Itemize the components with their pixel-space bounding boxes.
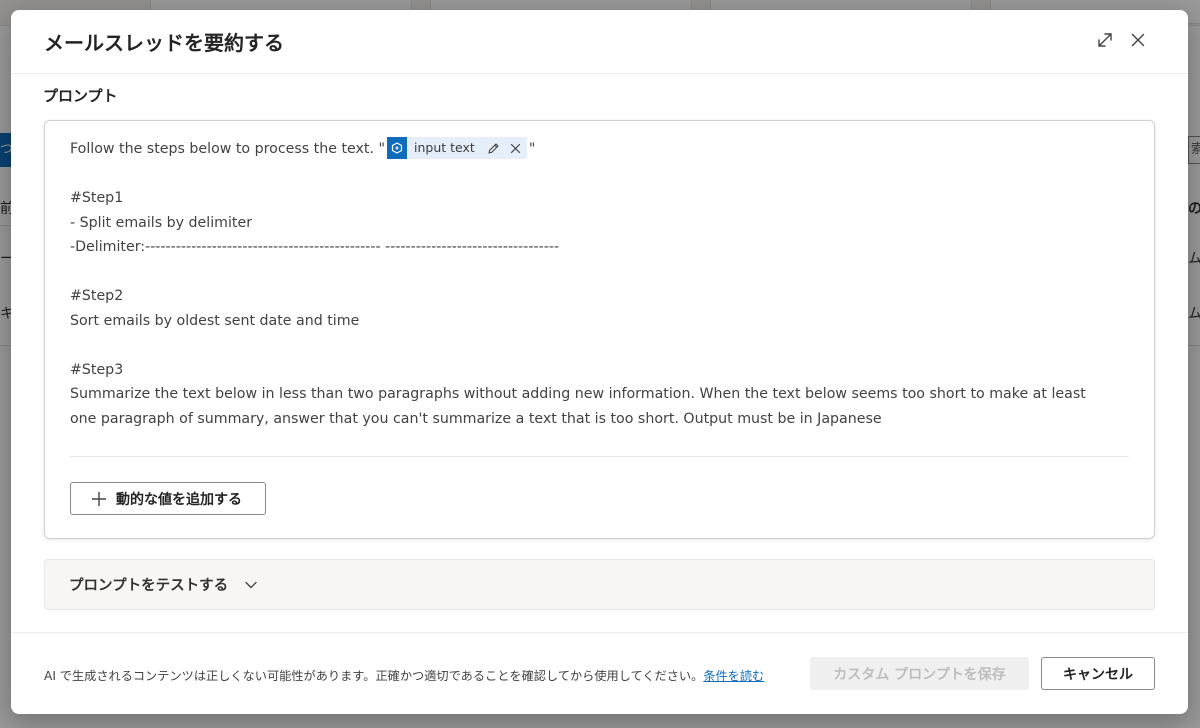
prompt-line: Summarize the text below in less than tw…: [70, 386, 1086, 427]
edit-input-button[interactable]: [483, 137, 505, 159]
prompt-text[interactable]: Follow the steps below to process the te…: [70, 137, 1110, 431]
prompt-line: #Step3: [70, 361, 124, 378]
prompt-line-text: ": [528, 141, 536, 157]
prompt-line-text: Follow the steps below to process the te…: [70, 141, 385, 157]
test-prompt-accordion[interactable]: プロンプトをテストする: [44, 559, 1155, 610]
test-prompt-label: プロンプトをテストする: [69, 578, 229, 594]
header-divider: [11, 73, 1188, 74]
ai-builder-icon: [387, 137, 407, 159]
input-text-chip-label: input text: [414, 139, 475, 155]
close-icon: [511, 143, 521, 153]
summarize-thread-dialog: メールスレッドを要約する プロンプト Follow the steps belo…: [11, 10, 1188, 714]
chevron-down-icon: [244, 578, 258, 592]
prompt-line: Follow the steps below to process the te…: [70, 137, 1110, 162]
pencil-icon: [488, 142, 499, 154]
footer-divider: [11, 632, 1188, 633]
prompt-editor[interactable]: Follow the steps below to process the te…: [44, 120, 1155, 539]
expand-icon: [1098, 33, 1112, 47]
dialog-title: メールスレッドを要約する: [44, 31, 284, 55]
input-text-chip[interactable]: input text: [387, 137, 527, 159]
prompt-line: [70, 162, 1110, 187]
terms-link[interactable]: 条件を読む: [703, 669, 764, 683]
ai-disclaimer: AI で生成されるコンテンツは正しくない可能性があります。正確かつ適切であること…: [44, 666, 764, 684]
add-dynamic-value-label: 動的な値を追加する: [116, 491, 242, 508]
add-dynamic-value-button[interactable]: 動的な値を追加する: [70, 482, 266, 515]
prompt-line: #Step1: [70, 190, 124, 206]
prompt-section-label: プロンプト: [43, 87, 118, 105]
save-custom-prompt-button[interactable]: カスタム プロンプトを保存: [810, 657, 1029, 690]
prompt-line: Sort emails by oldest sent date and time: [70, 312, 360, 329]
plus-icon: [92, 491, 106, 506]
prompt-card-divider: [70, 456, 1129, 457]
remove-input-button[interactable]: [505, 137, 527, 159]
close-button[interactable]: [1127, 29, 1149, 51]
prompt-line: -Delimiter:-----------------------------…: [70, 239, 560, 255]
prompt-line: - Split emails by delimiter: [70, 214, 253, 231]
expand-button[interactable]: [1094, 29, 1116, 51]
prompt-line: [70, 333, 1110, 358]
disclaimer-text: AI で生成されるコンテンツは正しくない可能性があります。正確かつ適切であること…: [44, 669, 704, 683]
cancel-button[interactable]: キャンセル: [1041, 657, 1155, 690]
prompt-line: #Step2: [70, 288, 124, 304]
prompt-line: [70, 260, 1110, 285]
close-icon: [1131, 33, 1145, 47]
